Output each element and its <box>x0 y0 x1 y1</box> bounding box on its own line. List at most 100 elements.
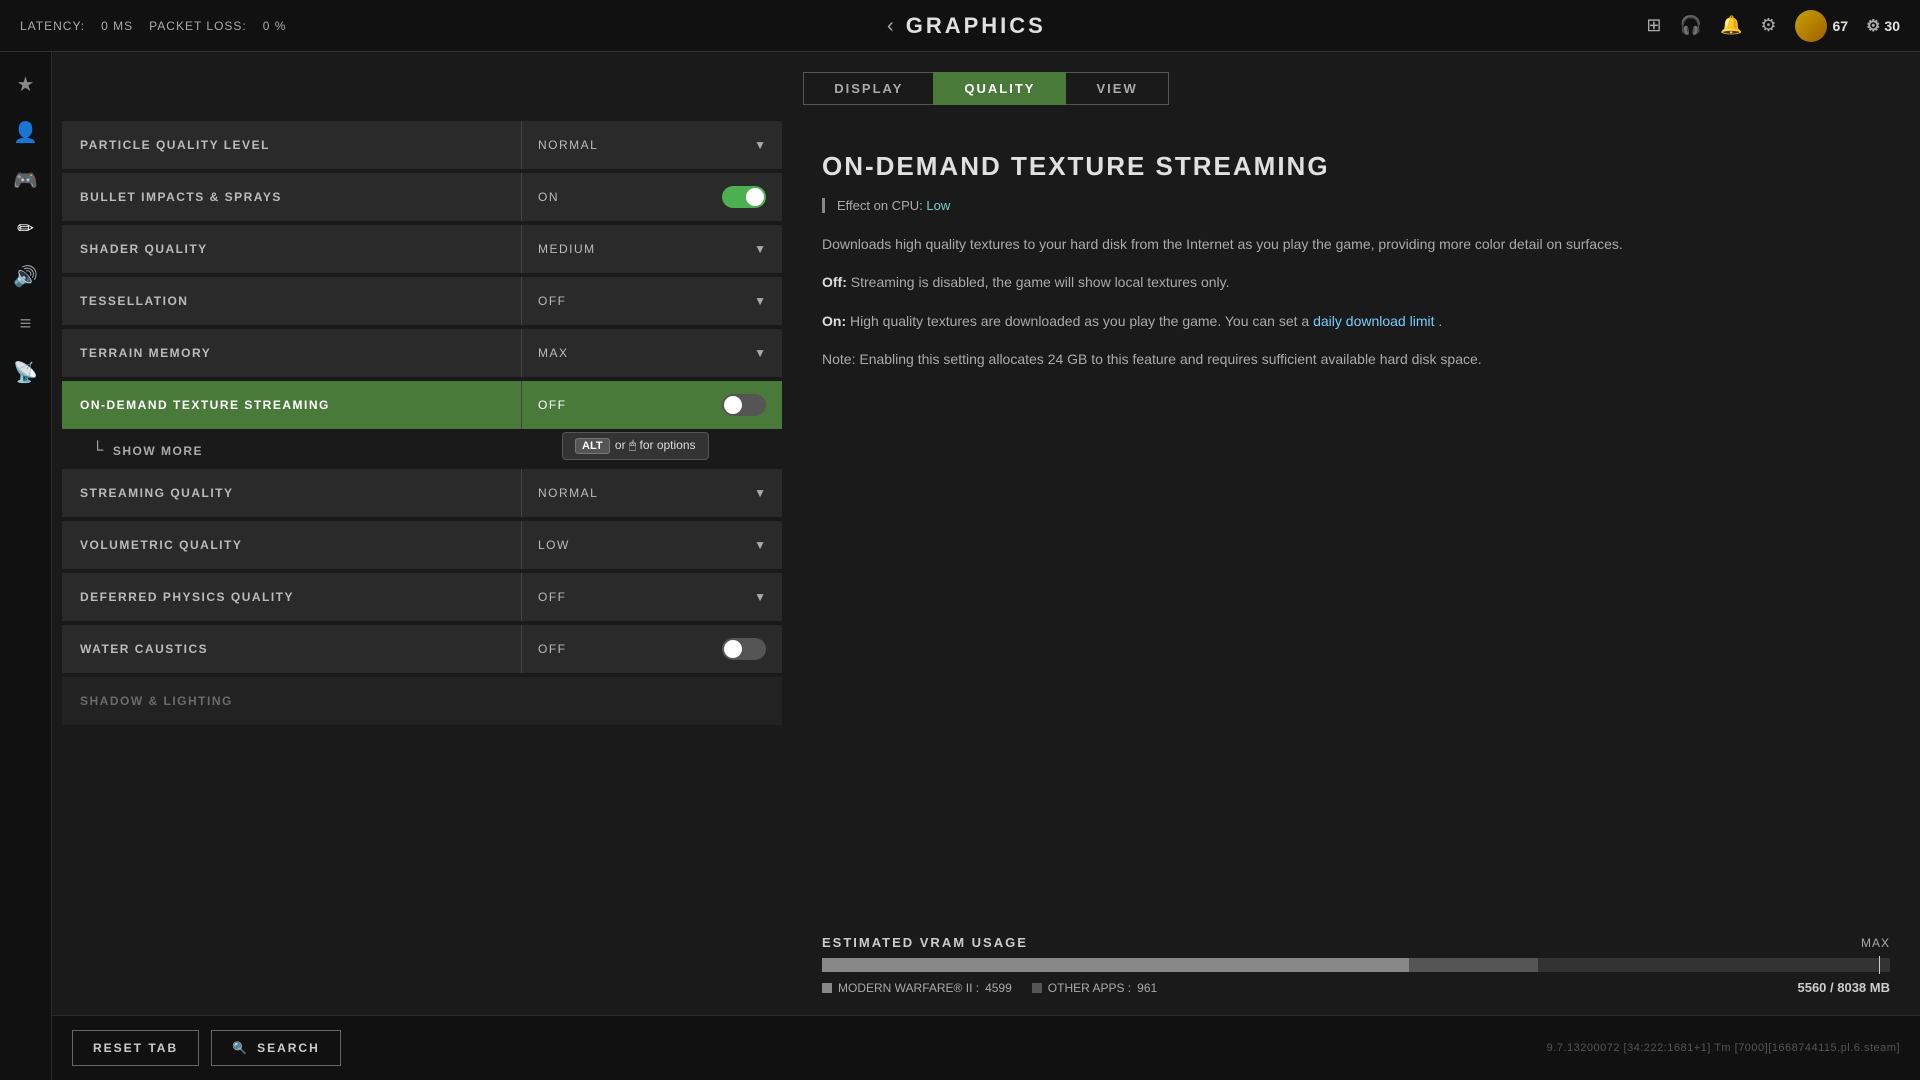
setting-row-texture-streaming[interactable]: ON-DEMAND TEXTURE STREAMING OFF <box>62 381 782 429</box>
sidebar-item-profile[interactable]: 👤 <box>4 110 48 154</box>
tabs-bar: DISPLAY QUALITY VIEW <box>52 52 1920 121</box>
sidebar-item-menu[interactable]: ≡ <box>4 302 48 346</box>
setting-row-terrain-memory[interactable]: TERRAIN MEMORY MAX ▼ <box>62 329 782 377</box>
on-end: . <box>1438 313 1442 329</box>
info-description-2: Off: Streaming is disabled, the game wil… <box>822 271 1890 293</box>
setting-label-particle-quality: PARTICLE QUALITY LEVEL <box>62 138 521 152</box>
tab-display[interactable]: DISPLAY <box>803 72 933 105</box>
setting-value-text-texture-streaming: OFF <box>538 398 567 412</box>
vram-marker <box>1879 956 1880 974</box>
user-level: 67 <box>1833 18 1849 34</box>
download-limit-link[interactable]: daily download limit <box>1313 313 1434 329</box>
setting-value-texture-streaming: OFF <box>522 394 782 416</box>
dropdown-arrow-tessellation: ▼ <box>754 294 766 308</box>
sidebar-item-edit[interactable]: ✏ <box>4 206 48 250</box>
content-area: PARTICLE QUALITY LEVEL NORMAL ▼ BULLET I… <box>52 121 1920 1015</box>
off-body: Streaming is disabled, the game will sho… <box>851 274 1230 290</box>
setting-value-deferred-physics: OFF ▼ <box>522 590 782 604</box>
topbar-title: ‹ GRAPHICS <box>887 13 1046 39</box>
setting-value-text-water-caustics: OFF <box>538 642 567 656</box>
search-label: SEARCH <box>257 1041 320 1055</box>
setting-value-shader-quality: MEDIUM ▼ <box>522 242 782 256</box>
info-panel: ON-DEMAND TEXTURE STREAMING Effect on CP… <box>792 121 1920 1015</box>
setting-label-tessellation: TESSELLATION <box>62 294 521 308</box>
settings-icon[interactable]: ⚙ <box>1760 15 1776 36</box>
tooltip-or: or <box>615 438 626 452</box>
info-description-1: Downloads high quality textures to your … <box>822 233 1890 255</box>
latency-label: LATENCY: <box>20 19 85 33</box>
vram-max: MAX <box>1861 936 1890 950</box>
on-label: On: <box>822 313 846 329</box>
legend-dot-other <box>1032 983 1042 993</box>
sidebar-item-network[interactable]: 📡 <box>4 350 48 394</box>
setting-label-terrain-memory: TERRAIN MEMORY <box>62 346 521 360</box>
dropdown-arrow-volumetric: ▼ <box>754 538 766 552</box>
toggle-water-caustics[interactable] <box>722 638 766 660</box>
setting-value-text-tessellation: OFF <box>538 294 567 308</box>
version-info: 9.7.13200072 [34:222:1681+1] Tm [7000][1… <box>1547 1042 1900 1054</box>
settings-panel: PARTICLE QUALITY LEVEL NORMAL ▼ BULLET I… <box>52 121 792 1015</box>
topbar-left: LATENCY: 0 MS PACKET LOSS: 0 % <box>20 19 286 33</box>
setting-row-bullet-impacts[interactable]: BULLET IMPACTS & SPRAYS ON <box>62 173 782 221</box>
packet-loss-label: PACKET LOSS: <box>149 19 247 33</box>
currency-display: ⚙ 30 <box>1866 16 1900 36</box>
vram-label: ESTIMATED VRAM USAGE <box>822 935 1028 950</box>
grid-icon[interactable]: ⊞ <box>1646 15 1661 36</box>
show-more-icon: └ <box>92 442 105 460</box>
vram-bar-used <box>822 958 1409 972</box>
reset-tab-button[interactable]: RESET TAB <box>72 1030 199 1066</box>
vram-total: 5560 / 8038 MB <box>1797 980 1890 995</box>
back-button[interactable]: ‹ <box>887 16 894 36</box>
setting-row-tessellation[interactable]: TESSELLATION OFF ▼ <box>62 277 782 325</box>
currency-icon: ⚙ <box>1866 16 1880 36</box>
setting-label-streaming-quality: STREAMING QUALITY <box>62 486 521 500</box>
headset-icon[interactable]: 🎧 <box>1680 15 1702 36</box>
setting-row-water-caustics[interactable]: WATER CAUSTICS OFF <box>62 625 782 673</box>
setting-row-deferred-physics[interactable]: DEFERRED PHYSICS QUALITY OFF ▼ <box>62 573 782 621</box>
vram-section: ESTIMATED VRAM USAGE MAX MODERN WARFARE®… <box>822 915 1890 995</box>
vram-game-value: 4599 <box>985 981 1012 995</box>
alt-key-badge: ALT <box>575 438 610 454</box>
setting-row-particle-quality[interactable]: PARTICLE QUALITY LEVEL NORMAL ▼ <box>62 121 782 169</box>
dropdown-arrow-streaming: ▼ <box>754 486 766 500</box>
toggle-texture-streaming[interactable] <box>722 394 766 416</box>
info-title: ON-DEMAND TEXTURE STREAMING <box>822 151 1890 182</box>
setting-value-water-caustics: OFF <box>522 638 782 660</box>
vram-bar-container <box>822 958 1890 972</box>
topbar-right: ⊞ 🎧 🔔 ⚙ 67 ⚙ 30 <box>1646 10 1900 42</box>
sidebar-item-audio[interactable]: 🔊 <box>4 254 48 298</box>
vram-legend: MODERN WARFARE® II : 4599 OTHER APPS : 9… <box>822 980 1890 995</box>
legend-dot-game <box>822 983 832 993</box>
setting-label-water-caustics: WATER CAUSTICS <box>62 642 521 656</box>
setting-label-shader-quality: SHADER QUALITY <box>62 242 521 256</box>
setting-row-volumetric-quality[interactable]: VOLUMETRIC QUALITY LOW ▼ <box>62 521 782 569</box>
setting-row-shader-quality[interactable]: SHADER QUALITY MEDIUM ▼ <box>62 225 782 273</box>
avatar <box>1795 10 1827 42</box>
setting-label-texture-streaming: ON-DEMAND TEXTURE STREAMING <box>62 398 521 412</box>
setting-row-shadow-lighting[interactable]: SHADOW & LIGHTING <box>62 677 782 725</box>
bell-icon[interactable]: 🔔 <box>1720 15 1742 36</box>
setting-row-streaming-quality[interactable]: STREAMING QUALITY NORMAL ▼ <box>62 469 782 517</box>
sidebar-item-controller[interactable]: 🎮 <box>4 158 48 202</box>
packet-loss-value: 0 % <box>263 19 287 33</box>
tab-view[interactable]: VIEW <box>1066 72 1168 105</box>
setting-value-text-bullet-impacts: ON <box>538 190 559 204</box>
dropdown-arrow-deferred: ▼ <box>754 590 766 604</box>
setting-label-volumetric-quality: VOLUMETRIC QUALITY <box>62 538 521 552</box>
vram-header: ESTIMATED VRAM USAGE MAX <box>822 935 1890 950</box>
toggle-bullet-impacts[interactable] <box>722 186 766 208</box>
tooltip-bubble: ALT or 🖱 for options <box>562 432 709 460</box>
setting-value-text-terrain-memory: MAX <box>538 346 569 360</box>
tab-quality[interactable]: QUALITY <box>933 72 1066 105</box>
info-note: Note: Enabling this setting allocates 24… <box>822 348 1890 370</box>
search-button[interactable]: 🔍 SEARCH <box>211 1030 341 1066</box>
info-cpu-effect: Effect on CPU: Low <box>822 198 1890 213</box>
search-icon: 🔍 <box>232 1041 249 1055</box>
left-sidebar: ★ 👤 🎮 ✏ 🔊 ≡ 📡 <box>0 52 52 1080</box>
main-content: DISPLAY QUALITY VIEW PARTICLE QUALITY LE… <box>52 52 1920 1080</box>
topbar: LATENCY: 0 MS PACKET LOSS: 0 % ‹ GRAPHIC… <box>0 0 1920 52</box>
setting-value-volumetric-quality: LOW ▼ <box>522 538 782 552</box>
show-more-label: SHOW MORE <box>113 444 203 458</box>
sidebar-item-favorites[interactable]: ★ <box>4 62 48 106</box>
tooltip-mouse: 🖱 <box>629 438 636 452</box>
